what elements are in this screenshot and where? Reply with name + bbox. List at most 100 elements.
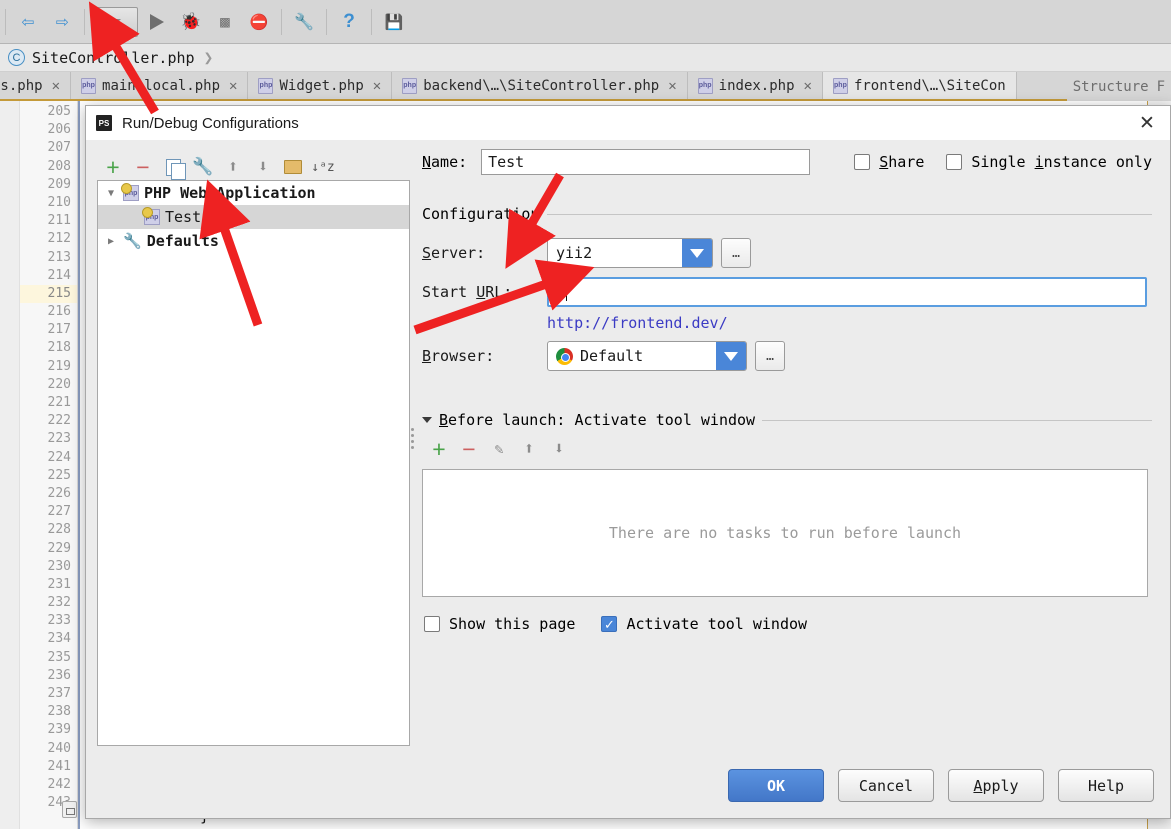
- start-url-input[interactable]: /: [547, 277, 1147, 307]
- before-launch-task-list[interactable]: There are no tasks to run before launch: [422, 469, 1148, 597]
- remove-configuration-button[interactable]: −: [128, 153, 158, 181]
- tree-item-php-web-application[interactable]: ▼ php PHP Web Application: [98, 181, 409, 205]
- move-task-down-button[interactable]: ⬇: [544, 435, 574, 463]
- line-number: 212: [47, 231, 71, 247]
- editor-tab[interactable]: php Widget.php ✕: [248, 72, 393, 99]
- php-file-icon: php: [81, 77, 97, 94]
- line-number: 231: [47, 576, 71, 592]
- server-browse-button[interactable]: …: [721, 238, 751, 268]
- line-number: 242: [47, 776, 71, 792]
- edit-task-button[interactable]: ✎: [484, 435, 514, 463]
- line-number: 214: [47, 267, 71, 283]
- help-button[interactable]: Help: [1058, 769, 1154, 802]
- copy-configuration-button[interactable]: [158, 153, 188, 181]
- group-divider: [547, 213, 1152, 215]
- close-icon[interactable]: ✕: [229, 78, 237, 94]
- start-url-input-value: /: [556, 283, 566, 301]
- dialog-title: Run/Debug Configurations: [122, 114, 299, 132]
- line-number: 228: [47, 522, 71, 538]
- share-checkbox-wrap[interactable]: Share: [854, 153, 924, 171]
- activate-tool-window-wrap[interactable]: Activate tool window: [601, 615, 807, 633]
- ok-button[interactable]: OK: [728, 769, 824, 802]
- close-icon[interactable]: ✕: [1136, 113, 1158, 133]
- line-number: 239: [47, 722, 71, 738]
- before-launch-header[interactable]: Before launch: Activate tool window: [422, 411, 1152, 429]
- chevron-down-icon[interactable]: [422, 417, 432, 423]
- show-this-page-wrap[interactable]: Show this page: [424, 615, 575, 633]
- edit-defaults-button[interactable]: 🔧: [188, 153, 218, 181]
- apply-button[interactable]: Apply: [948, 769, 1044, 802]
- stop-debugger-icon[interactable]: ⛔: [244, 7, 274, 37]
- chevron-down-icon[interactable]: [682, 239, 712, 267]
- line-number: 233: [47, 613, 71, 629]
- add-configuration-button[interactable]: +: [98, 153, 128, 181]
- editor-tab-label: bs.php: [0, 77, 43, 94]
- single-instance-checkbox-wrap[interactable]: Single instance only: [946, 153, 1152, 171]
- close-icon[interactable]: ✕: [373, 78, 381, 94]
- dialog-button-bar: OK Cancel Apply Help: [728, 769, 1154, 802]
- chevron-right-icon[interactable]: ▶: [104, 236, 118, 247]
- chrome-icon: [556, 347, 573, 365]
- editor-tab[interactable]: php index.php ✕: [687, 72, 823, 99]
- coverage-icon[interactable]: ▩: [210, 7, 240, 37]
- back-icon[interactable]: ⇦: [13, 7, 43, 37]
- dialog-splitter-handle[interactable]: [410, 425, 415, 455]
- forward-icon[interactable]: ⇨: [47, 7, 77, 37]
- move-up-button[interactable]: ⬆: [218, 153, 248, 181]
- tree-item-label: Defaults: [146, 232, 219, 250]
- editor-tab[interactable]: bs.php ✕: [0, 72, 72, 99]
- share-checkbox[interactable]: [854, 154, 871, 170]
- help-icon[interactable]: ?: [334, 7, 364, 37]
- browser-browse-button[interactable]: …: [755, 341, 785, 371]
- toolbar-divider: [326, 8, 327, 35]
- tree-item-label: Test: [165, 208, 202, 226]
- close-icon[interactable]: ✕: [804, 78, 812, 94]
- editor-gutter[interactable]: [0, 101, 20, 829]
- chevron-down-icon[interactable]: ▼: [104, 188, 118, 199]
- breadcrumb: C SiteController.php ❯: [0, 44, 1171, 72]
- line-number: 227: [47, 504, 71, 520]
- create-folder-button[interactable]: [278, 153, 308, 181]
- structure-tool-label[interactable]: Structure F: [1066, 72, 1171, 101]
- name-input[interactable]: Test: [481, 149, 811, 175]
- run-icon[interactable]: [142, 7, 172, 37]
- editor-tab[interactable]: php main-local.php ✕: [71, 72, 249, 99]
- browser-combobox[interactable]: Default: [547, 341, 747, 371]
- debug-icon[interactable]: 🐞: [176, 7, 206, 37]
- chevron-down-icon[interactable]: [716, 342, 746, 370]
- chevron-right-icon: ❯: [203, 48, 214, 67]
- line-number: 210: [47, 194, 71, 210]
- save-all-icon[interactable]: 💾: [379, 7, 409, 37]
- run-configuration-dropdown[interactable]: [92, 6, 138, 37]
- add-task-button[interactable]: +: [424, 435, 454, 463]
- remove-task-button[interactable]: −: [454, 435, 484, 463]
- activate-tool-window-checkbox[interactable]: [601, 616, 618, 632]
- cancel-button[interactable]: Cancel: [838, 769, 934, 802]
- close-icon[interactable]: ✕: [52, 78, 60, 94]
- show-this-page-checkbox[interactable]: [424, 616, 440, 632]
- move-task-up-button[interactable]: ⬆: [514, 435, 544, 463]
- line-number: 205: [47, 104, 71, 119]
- editor-tab[interactable]: php backend\…\SiteController.php ✕: [392, 72, 688, 99]
- tree-item-test[interactable]: php Test: [98, 205, 409, 229]
- dialog-title-bar: PS Run/Debug Configurations ✕: [86, 106, 1170, 140]
- editor-tab-label: frontend\…\SiteCon: [853, 77, 1006, 94]
- breadcrumb-file-name[interactable]: SiteController.php: [32, 49, 195, 67]
- browser-label: Browser:: [422, 347, 495, 365]
- server-combobox[interactable]: yii2: [547, 238, 713, 268]
- configurations-tree[interactable]: ▼ php PHP Web Application php Test ▶ 🔧 D…: [97, 180, 410, 746]
- php-file-icon: php: [832, 77, 848, 94]
- activate-tool-window-label: Activate tool window: [626, 615, 808, 633]
- editor-tab-active[interactable]: php frontend\…\SiteCon: [822, 72, 1017, 99]
- move-down-button[interactable]: ⬇: [248, 153, 278, 181]
- line-number: 221: [47, 395, 71, 410]
- single-instance-checkbox[interactable]: [946, 154, 963, 170]
- bookmark-icon[interactable]: [62, 801, 77, 818]
- settings-icon[interactable]: 🔧: [289, 7, 319, 37]
- toolbar-divider: [371, 8, 372, 35]
- sort-alphabetically-button[interactable]: ↓ᵃz: [308, 153, 338, 181]
- server-combobox-value: yii2: [556, 244, 593, 262]
- tree-item-defaults[interactable]: ▶ 🔧 Defaults: [98, 229, 409, 253]
- toolbar-divider: [281, 8, 282, 35]
- close-icon[interactable]: ✕: [668, 78, 676, 94]
